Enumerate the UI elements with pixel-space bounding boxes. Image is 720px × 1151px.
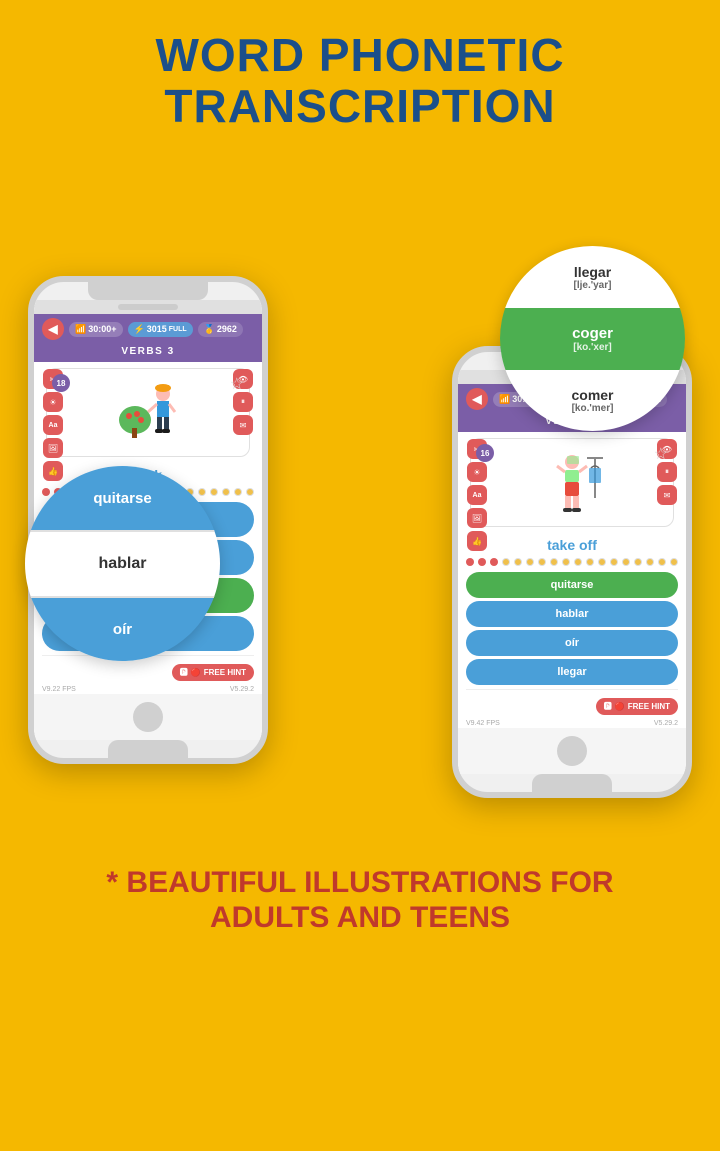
hint-button-left[interactable]: 🅿 🔴 FREE HINT: [172, 664, 254, 681]
section-header-left: VERBS 3: [34, 344, 262, 362]
footer-line1: * BEAUTIFUL ILLUSTRATIONS FOR: [20, 866, 700, 901]
card-left: ✂ ☀ Aa 🖼 👍 👁 ⏸ ✉ 18 ☆: [46, 368, 250, 457]
back-button-right[interactable]: ◀: [466, 388, 488, 410]
footer-line2: ADULTS AND TEENS: [20, 901, 700, 936]
answer-btn-right-1[interactable]: quitarse: [466, 572, 678, 598]
thumb-btn-left[interactable]: 👍: [43, 461, 63, 481]
hint-button-right[interactable]: 🅿 🔴 FREE HINT: [596, 698, 678, 715]
hint-bar-right: 🅿 🔴 FREE HINT: [458, 694, 686, 719]
mail-btn-right[interactable]: ✉: [657, 485, 677, 505]
bubble-left-item-2: hablar: [25, 530, 220, 598]
footer: * BEAUTIFUL ILLUSTRATIONS FOR ADULTS AND…: [0, 846, 720, 960]
text-btn-left[interactable]: Aa: [43, 415, 63, 435]
image-btn-left[interactable]: 🖼: [43, 438, 63, 458]
card-star-left[interactable]: ☆: [230, 374, 244, 394]
bubble-right: llegar [lje.'yar] coger [ko.'xer] comer …: [500, 246, 685, 431]
pause-btn-right[interactable]: ⏸: [657, 462, 677, 482]
text-btn-right[interactable]: Aa: [467, 485, 487, 505]
back-button-left[interactable]: ◀: [42, 318, 64, 340]
card-illustration-right: [532, 445, 612, 520]
sun-btn-left[interactable]: ☀: [43, 392, 63, 412]
home-button-right[interactable]: [557, 736, 587, 766]
home-button-left[interactable]: [133, 702, 163, 732]
pause-btn-left[interactable]: ⏸: [233, 392, 253, 412]
card-star-right[interactable]: ☆: [654, 444, 668, 464]
coins-left: 🥇 2962: [198, 322, 243, 337]
card-illustration-left: [108, 375, 188, 450]
hint-bar-left: 🅿 🔴 FREE HINT: [34, 660, 262, 685]
main-content-area: ◀ 📶 30:00+ ⚡ 3015 FULL 🥇 2962 VERBS 3: [10, 146, 710, 846]
card-right: ✂ ☀ Aa 🖼 👍 👁 ⏸ ✉ 16 ☆: [470, 438, 674, 527]
phone-right-screen: ◀ 📶 30:00+ ⚡ 3380 FULL 🥇 2702 VERBS 3: [458, 370, 686, 774]
card-badge-right: 16: [476, 444, 494, 462]
timer-left: 📶 30:00+: [69, 322, 123, 337]
left-statusbar: ◀ 📶 30:00+ ⚡ 3015 FULL 🥇 2962: [34, 314, 262, 344]
bubble-right-item-1: llegar [lje.'yar]: [500, 246, 685, 308]
mail-btn-left[interactable]: ✉: [233, 415, 253, 435]
answer-btn-right-3[interactable]: oír: [466, 630, 678, 656]
bubble-right-item-2: coger [ko.'xer]: [500, 308, 685, 370]
progress-dots-right: [458, 555, 686, 569]
fps-right: V9.42 FPS V5.29.2: [458, 719, 686, 728]
card-badge-left: 18: [52, 374, 70, 392]
image-btn-right[interactable]: 🖼: [467, 508, 487, 528]
answer-btn-right-4[interactable]: llegar: [466, 659, 678, 685]
sun-btn-right[interactable]: ☀: [467, 462, 487, 482]
app-header: WORD PHONETIC TRANSCRIPTION: [0, 0, 720, 146]
main-title: WORD PHONETIC TRANSCRIPTION: [20, 30, 700, 131]
thumb-btn-right[interactable]: 👍: [467, 531, 487, 551]
fps-left: V9.22 FPS V5.29.2: [34, 685, 262, 694]
bubble-left: quitarse hablar oír: [25, 466, 220, 661]
answer-btn-right-2[interactable]: hablar: [466, 601, 678, 627]
card-word-right: take off: [464, 533, 680, 555]
score-left: ⚡ 3015 FULL: [128, 322, 193, 337]
